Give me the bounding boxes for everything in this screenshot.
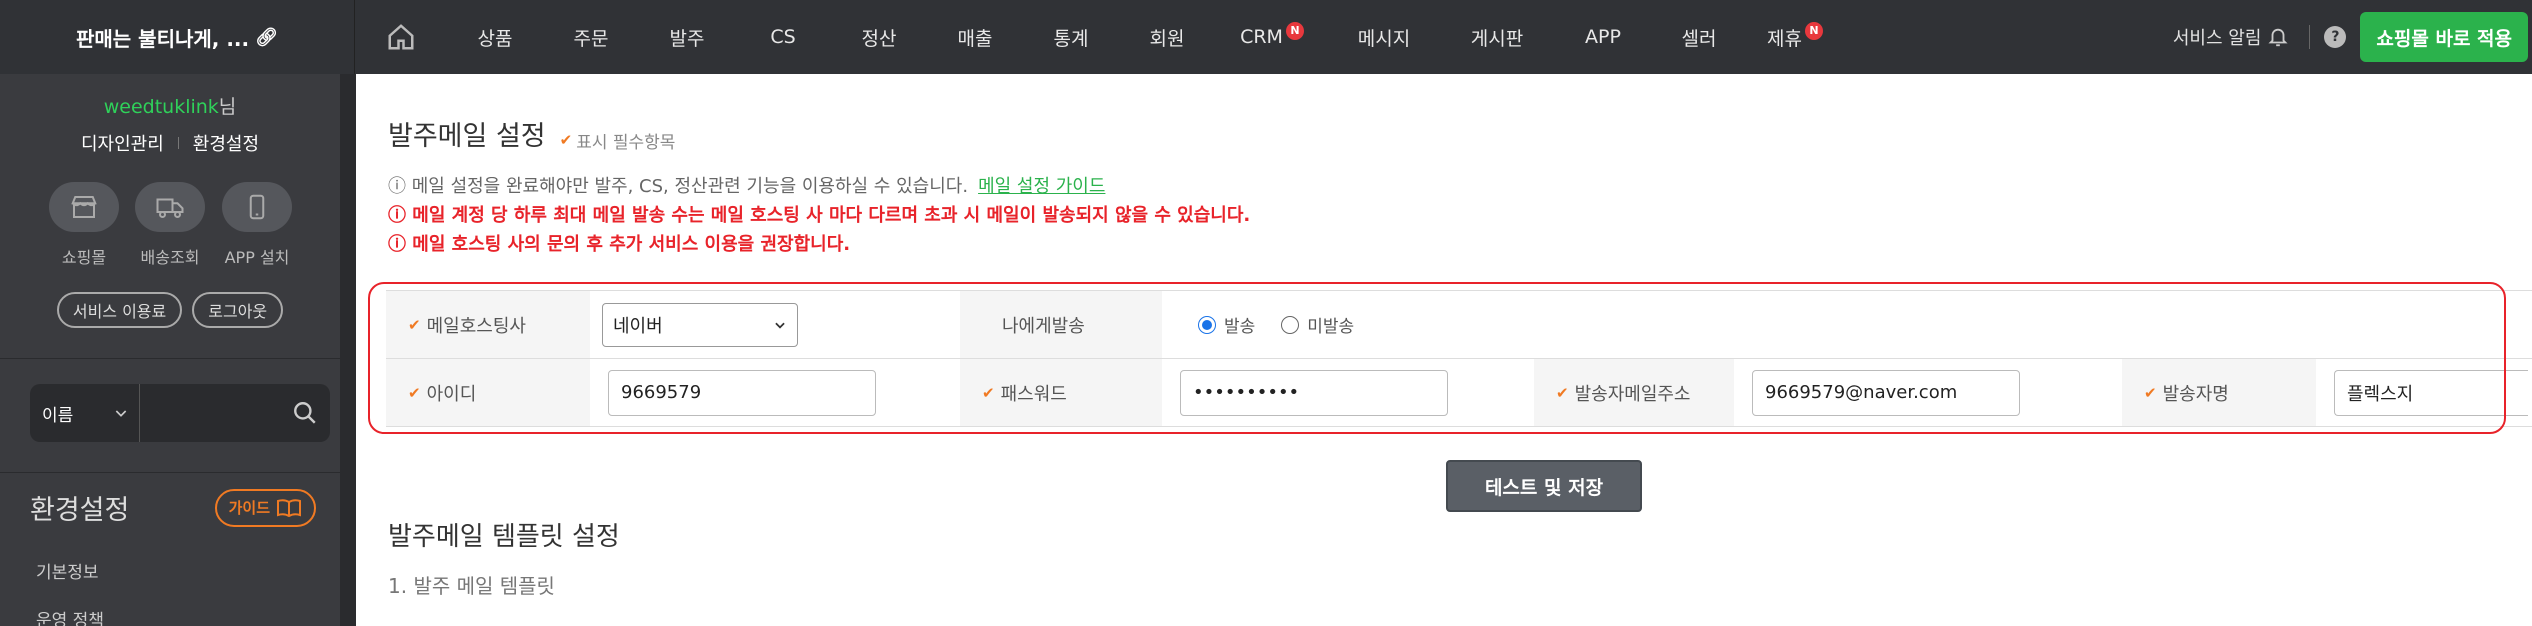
guide-button[interactable]: 가이드 bbox=[214, 488, 316, 527]
truck-icon bbox=[156, 198, 184, 218]
warning-message-1: ⓘ 메일 계정 당 하루 최대 메일 발송 수는 메일 호스팅 사 마다 다르며… bbox=[388, 205, 1251, 226]
sidebar-scroll-gutter bbox=[340, 74, 356, 626]
brand-title-text: 판매는 불티나게, ... bbox=[76, 26, 250, 51]
nav-item-settlement[interactable]: 정산 bbox=[831, 0, 927, 74]
test-and-save-button[interactable]: 테스트 및 저장 bbox=[1446, 460, 1642, 512]
info-message: ⓘ 메일 설정을 완료해야만 발주, CS, 정산관련 기능을 이용하실 수 있… bbox=[388, 176, 1106, 197]
section-title: 환경설정 bbox=[30, 495, 130, 526]
main-content: 발주메일 설정 ✔ 표시 필수항목 ⓘ 메일 설정을 완료해야만 발주, CS,… bbox=[356, 74, 2532, 626]
nav-item-sales[interactable]: 매출 bbox=[927, 0, 1023, 74]
search-input[interactable] bbox=[140, 384, 280, 442]
form-highlight-outline bbox=[368, 282, 2506, 434]
home-icon bbox=[388, 24, 414, 50]
nav-item-app[interactable]: APP bbox=[1555, 0, 1651, 74]
nav-item-orders[interactable]: 주문 bbox=[543, 0, 639, 74]
apply-to-shop-button[interactable]: 쇼핑몰 바로 적용 bbox=[2360, 12, 2528, 62]
user-links: 디자인관리 환경설정 bbox=[0, 130, 340, 156]
phone-icon bbox=[249, 194, 265, 220]
user-id: weedtuklink bbox=[103, 96, 219, 118]
nav-item-stats[interactable]: 통계 bbox=[1023, 0, 1119, 74]
book-icon bbox=[277, 498, 301, 517]
search-type-select[interactable]: 이름 bbox=[30, 384, 140, 442]
nav-item-board[interactable]: 게시판 bbox=[1439, 0, 1555, 74]
nav-item-products[interactable]: 상품 bbox=[447, 0, 543, 74]
chevron-down-icon bbox=[115, 410, 127, 417]
help-icon[interactable]: ? bbox=[2324, 26, 2347, 48]
divider bbox=[0, 472, 340, 473]
quick-delivery[interactable]: 배송조회 bbox=[135, 182, 205, 268]
search-icon bbox=[294, 402, 316, 424]
sidebar-item-policy[interactable]: 운영 정책 bbox=[36, 606, 104, 626]
warning-message-2: ⓘ 메일 호스팅 사의 문의 후 추가 서비스 이용을 권장합니다. bbox=[388, 234, 851, 255]
link-icon: 🔗︎ bbox=[255, 26, 278, 48]
required-note: ✔ 표시 필수항목 bbox=[559, 131, 676, 153]
new-badge: N bbox=[1285, 22, 1304, 40]
quick-app-install[interactable]: APP 설치 bbox=[222, 182, 292, 268]
template-subtitle: 1. 발주 메일 템플릿 bbox=[388, 574, 555, 598]
quick-app-button[interactable] bbox=[222, 182, 292, 232]
nav-item-purchase[interactable]: 발주 bbox=[639, 0, 735, 74]
search-button[interactable] bbox=[280, 400, 330, 426]
nav-item-partner[interactable]: 제휴 N bbox=[1747, 0, 1843, 74]
template-section-title: 발주메일 템플릿 설정 bbox=[388, 522, 620, 552]
divider bbox=[2309, 25, 2311, 49]
design-management-link[interactable]: 디자인관리 bbox=[81, 130, 164, 156]
nav-item-seller[interactable]: 셀러 bbox=[1651, 0, 1747, 74]
service-alert-button[interactable]: 서비스 알림 bbox=[2173, 24, 2310, 50]
home-button[interactable] bbox=[355, 0, 447, 74]
account-actions: 서비스 이용료 로그아웃 bbox=[0, 292, 340, 328]
check-icon: ✔ bbox=[559, 131, 573, 149]
new-badge: N bbox=[1804, 22, 1823, 40]
settings-link[interactable]: 환경설정 bbox=[193, 130, 259, 156]
page-title: 발주메일 설정 ✔ 표시 필수항목 bbox=[388, 121, 676, 153]
top-right-area: 서비스 알림 ? 쇼핑몰 바로 적용 bbox=[2173, 0, 2532, 74]
quick-delivery-button[interactable] bbox=[135, 182, 205, 232]
sidebar-item-basic-info[interactable]: 기본정보 bbox=[36, 558, 99, 583]
sidebar bbox=[0, 74, 340, 626]
brand-title[interactable]: 판매는 불티나게, ... 🔗︎ bbox=[0, 0, 355, 74]
service-fee-button[interactable]: 서비스 이용료 bbox=[56, 292, 183, 328]
nav-item-members[interactable]: 회원 bbox=[1119, 0, 1215, 74]
main-nav: 상품 주문 발주 CS 정산 매출 통계 회원 CRM N 메시지 게시판 APP… bbox=[355, 0, 1843, 74]
sidebar-section-header: 환경설정 가이드 bbox=[30, 488, 316, 527]
store-icon bbox=[71, 196, 97, 218]
nav-item-message[interactable]: 메시지 bbox=[1329, 0, 1439, 74]
quick-shop[interactable]: 쇼핑몰 bbox=[49, 182, 119, 268]
nav-item-crm[interactable]: CRM N bbox=[1215, 0, 1329, 74]
quick-shop-button[interactable] bbox=[49, 182, 119, 232]
mail-setup-guide-link[interactable]: 메일 설정 가이드 bbox=[978, 176, 1105, 197]
user-greeting: weedtuklink님 bbox=[103, 96, 237, 118]
nav-item-cs[interactable]: CS bbox=[735, 0, 831, 74]
divider bbox=[0, 358, 340, 359]
top-navigation-bar: 판매는 불티나게, ... 🔗︎ 상품 주문 발주 CS 정산 매출 통계 회원… bbox=[0, 0, 2532, 74]
divider bbox=[177, 137, 179, 149]
logout-button[interactable]: 로그아웃 bbox=[192, 292, 284, 328]
bell-icon bbox=[2268, 28, 2288, 47]
sidebar-search: 이름 bbox=[30, 384, 330, 442]
